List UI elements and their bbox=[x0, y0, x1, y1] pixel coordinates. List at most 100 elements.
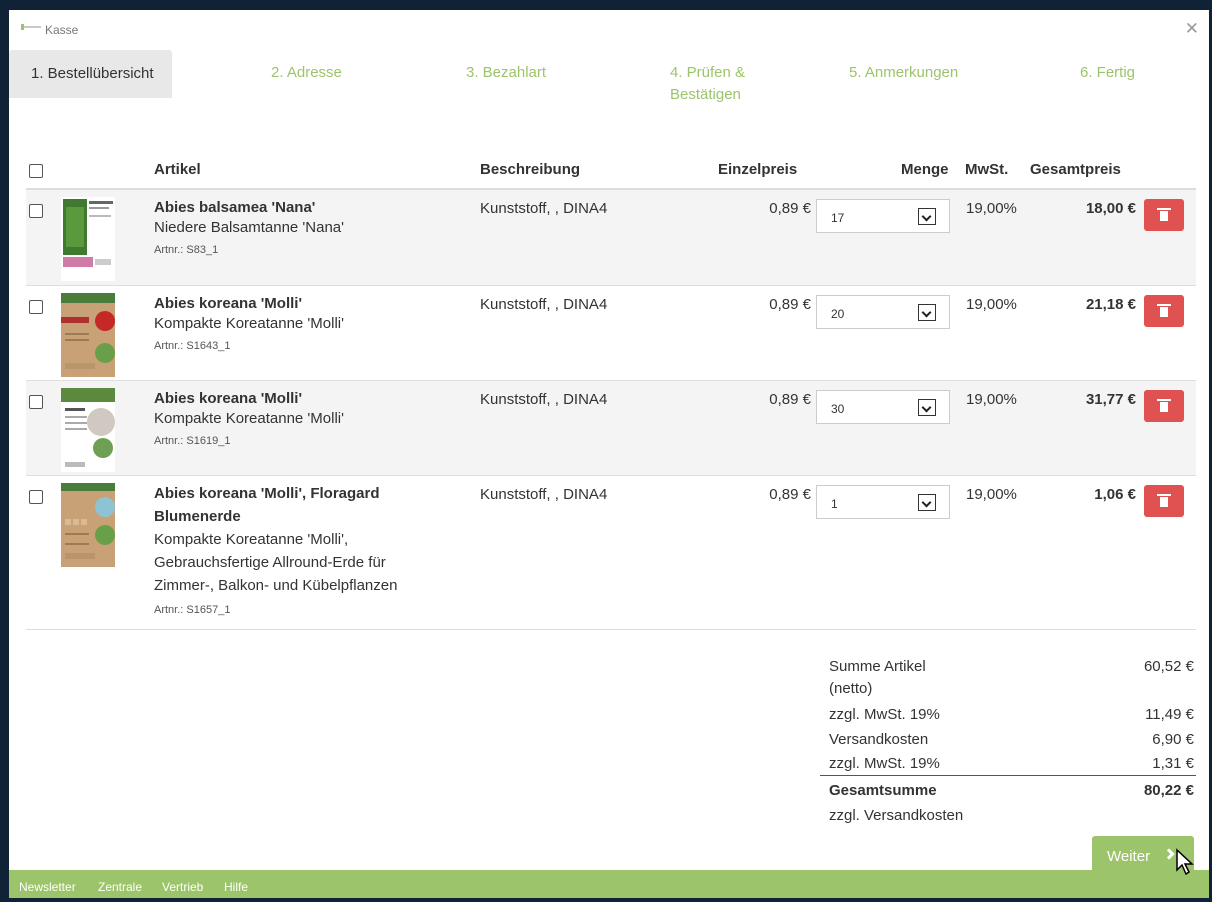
article-number: Artnr.: S1643_1 bbox=[154, 340, 231, 352]
col-gesamtpreis: Gesamtpreis bbox=[1030, 161, 1121, 178]
article-name: Abies koreana 'Molli' bbox=[154, 295, 303, 312]
article-number: Artnr.: S1657_1 bbox=[154, 604, 231, 616]
unit-price: 0,89 € bbox=[769, 296, 811, 313]
gesamt-label: Gesamtsumme bbox=[829, 782, 937, 799]
tab-pruefen-line1[interactable]: 4. Prüfen & bbox=[670, 62, 745, 84]
row-checkbox[interactable] bbox=[29, 204, 43, 218]
row-checkbox[interactable] bbox=[29, 395, 43, 409]
versand-value: 6,90 € bbox=[1152, 731, 1194, 748]
tab-fertig[interactable]: 6. Fertig bbox=[1080, 62, 1135, 84]
checkout-steps: 1. Bestellübersicht 2. Adresse 3. Bezahl… bbox=[9, 50, 1209, 126]
line-total: 1,06 € bbox=[1094, 486, 1136, 503]
footer-bar: Newsletter Zentrale Vertrieb Hilfe bbox=[9, 870, 1209, 898]
chevron-down-icon bbox=[918, 494, 936, 511]
footer-link-newsletter[interactable]: Newsletter bbox=[19, 880, 76, 894]
line-total: 21,18 € bbox=[1085, 296, 1136, 313]
article-desc: Kompakte Koreatanne 'Molli' bbox=[154, 410, 344, 427]
tab-adresse[interactable]: 2. Adresse bbox=[271, 62, 342, 84]
gesamt-note: zzgl. Versandkosten bbox=[829, 807, 964, 824]
delete-button[interactable] bbox=[1144, 390, 1184, 422]
col-beschreibung: Beschreibung bbox=[480, 161, 581, 178]
versand-mwst-label: zzgl. MwSt. 19% bbox=[829, 755, 940, 772]
summary-divider bbox=[820, 775, 1196, 776]
summe-value: 60,52 € bbox=[1143, 658, 1194, 675]
tab-bezahlart[interactable]: 3. Bezahlart bbox=[466, 62, 546, 84]
summe-label: Summe Artikel bbox=[829, 658, 926, 675]
trash-icon bbox=[1157, 399, 1171, 412]
mouse-cursor-icon bbox=[1176, 848, 1194, 876]
article-desc: Niedere Balsamtanne 'Nana' bbox=[154, 219, 345, 236]
footer-link-hilfe[interactable]: Hilfe bbox=[224, 880, 248, 894]
table-row: Abies koreana 'Molli', Floragard Blumene… bbox=[26, 476, 1196, 630]
article-name: Abies koreana 'Molli', Floragard bbox=[154, 485, 380, 502]
article-desc-cont2: Zimmer-, Balkon- und Kübelpflanzen bbox=[154, 577, 398, 594]
quantity-value: 20 bbox=[831, 307, 845, 321]
tab-bestelluebersicht[interactable]: 1. Bestellübersicht bbox=[9, 50, 172, 98]
unit-price: 0,89 € bbox=[769, 391, 811, 408]
quantity-value: 1 bbox=[831, 497, 838, 511]
delete-button[interactable] bbox=[1144, 485, 1184, 517]
tab-anmerkungen[interactable]: 5. Anmerkungen bbox=[849, 62, 958, 84]
vat-rate: 19,00% bbox=[966, 296, 1017, 313]
trash-icon bbox=[1157, 208, 1171, 221]
chevron-down-icon bbox=[918, 208, 936, 225]
window-title: Kasse bbox=[45, 23, 79, 37]
row-checkbox[interactable] bbox=[29, 490, 43, 504]
delete-button[interactable] bbox=[1144, 295, 1184, 327]
versand-label: Versandkosten bbox=[829, 731, 929, 748]
product-image bbox=[61, 197, 115, 281]
footer-link-zentrale[interactable]: Zentrale bbox=[98, 880, 142, 894]
product-image bbox=[61, 483, 115, 567]
article-name: Abies balsamea 'Nana' bbox=[154, 199, 316, 216]
article-number: Artnr.: S83_1 bbox=[154, 244, 219, 256]
col-artikel: Artikel bbox=[154, 161, 201, 178]
table-row: Abies koreana 'Molli' Kompakte Koreatann… bbox=[26, 286, 1196, 381]
article-name: Abies koreana 'Molli' bbox=[154, 390, 303, 407]
mwst-value: 11,49 € bbox=[1145, 706, 1194, 723]
article-name-cont: Blumenerde bbox=[154, 508, 241, 525]
article-desc-cont: Gebrauchsfertige Allround-Erde für bbox=[154, 554, 386, 571]
product-image bbox=[61, 293, 115, 377]
quantity-value: 17 bbox=[831, 211, 845, 225]
quantity-select[interactable]: 20 bbox=[816, 295, 950, 329]
unit-price: 0,89 € bbox=[769, 200, 811, 217]
row-checkbox[interactable] bbox=[29, 300, 43, 314]
line-total: 18,00 € bbox=[1085, 200, 1136, 217]
next-button-label: Weiter bbox=[1107, 848, 1151, 865]
quantity-select[interactable]: 30 bbox=[816, 390, 950, 424]
vat-rate: 19,00% bbox=[966, 391, 1017, 408]
article-desc: Kompakte Koreatanne 'Molli', bbox=[154, 531, 349, 548]
chevron-down-icon bbox=[918, 304, 936, 321]
vat-rate: 19,00% bbox=[966, 486, 1017, 503]
article-beschreibung: Kunststoff, , DINA4 bbox=[480, 391, 608, 408]
app-icon bbox=[21, 24, 41, 30]
tab-pruefen-line2[interactable]: Bestätigen bbox=[670, 84, 741, 106]
trash-icon bbox=[1157, 304, 1171, 317]
delete-button[interactable] bbox=[1144, 199, 1184, 231]
quantity-value: 30 bbox=[831, 402, 845, 416]
article-beschreibung: Kunststoff, , DINA4 bbox=[480, 296, 608, 313]
col-mwst: MwSt. bbox=[965, 161, 1009, 178]
versand-mwst-value: 1,31 € bbox=[1152, 755, 1194, 772]
table-row: Abies koreana 'Molli' Kompakte Koreatann… bbox=[26, 381, 1196, 476]
select-all-checkbox[interactable] bbox=[29, 164, 43, 178]
chevron-down-icon bbox=[918, 399, 936, 416]
quantity-select[interactable]: 17 bbox=[816, 199, 950, 233]
chevron-right-icon bbox=[1163, 848, 1175, 860]
close-icon[interactable]: ✕ bbox=[1185, 21, 1199, 38]
product-image bbox=[61, 388, 115, 472]
quantity-select[interactable]: 1 bbox=[816, 485, 950, 519]
checkout-dialog: Kasse ✕ 1. Bestellübersicht 2. Adresse 3… bbox=[9, 10, 1209, 898]
vat-rate: 19,00% bbox=[966, 200, 1017, 217]
article-beschreibung: Kunststoff, , DINA4 bbox=[480, 486, 608, 503]
article-number: Artnr.: S1619_1 bbox=[154, 435, 231, 447]
title-bar: Kasse ✕ bbox=[9, 10, 1209, 44]
col-einzelpreis: Einzelpreis bbox=[718, 161, 798, 178]
article-beschreibung: Kunststoff, , DINA4 bbox=[480, 200, 608, 217]
table-row: Abies balsamea 'Nana' Niedere Balsamtann… bbox=[26, 190, 1196, 286]
footer-link-vertrieb[interactable]: Vertrieb bbox=[162, 880, 203, 894]
col-menge: Menge bbox=[901, 161, 949, 178]
unit-price: 0,89 € bbox=[769, 486, 811, 503]
gesamt-value: 80,22 € bbox=[1143, 782, 1194, 799]
line-total: 31,77 € bbox=[1085, 391, 1136, 408]
